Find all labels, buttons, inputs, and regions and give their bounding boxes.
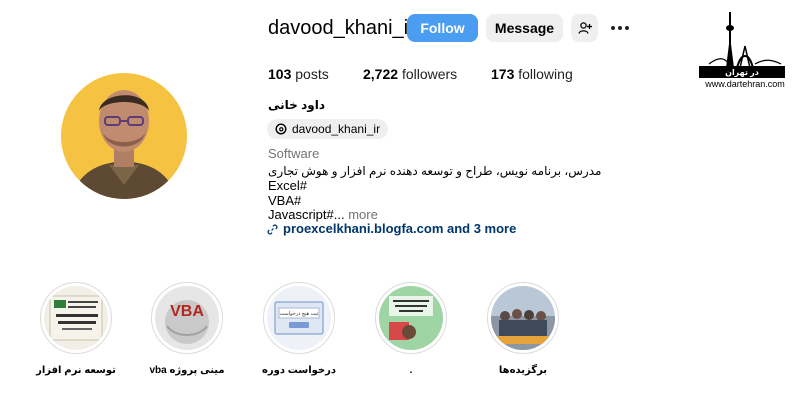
thumb-text: ثبت هیچ درخواست [280, 311, 319, 317]
profile-avatar[interactable] [61, 73, 187, 199]
highlight-label[interactable]: مینی پروژه vba [132, 364, 242, 377]
avatar-photo [61, 73, 187, 199]
following-number: 173 [491, 66, 515, 82]
watermark-site: www.dartehran.com [705, 79, 785, 89]
following-count[interactable]: 173 following [491, 65, 573, 83]
highlight-thumbnail: ثبت هیچ درخواست [267, 286, 331, 350]
highlight-cover [491, 286, 555, 350]
suggest-user-button[interactable] [571, 14, 598, 42]
message-button[interactable]: Message [486, 14, 563, 42]
highlight-cover [379, 286, 443, 350]
highlight-label[interactable]: برگزیده‌ها [468, 364, 578, 377]
highlight-cover [44, 286, 108, 350]
following-label: following [518, 66, 573, 82]
bio-line-last: Javascript#... more [268, 207, 378, 222]
followers-count[interactable]: 2,722 followers [363, 65, 457, 83]
highlight-item[interactable]: VBA [151, 282, 223, 354]
followers-number: 2,722 [363, 66, 399, 82]
profile-username: davood_khani_ir [268, 17, 415, 39]
highlight-thumbnail [44, 286, 108, 350]
profile-category: Software [268, 146, 320, 161]
highlight-label[interactable]: توسعه نرم افزار [21, 364, 131, 377]
bio-line-text: Javascript#... [268, 207, 345, 222]
highlight-item[interactable] [487, 282, 559, 354]
bio-more-link[interactable]: more [348, 207, 378, 222]
bio-line: Excel# [268, 178, 308, 193]
options-icon[interactable] [607, 14, 633, 42]
bio-line: مدرس، برنامه نویس، طراح و توسعه دهنده نر… [268, 164, 602, 178]
profile-link[interactable]: proexcelkhani.blogfa.com and 3 more [267, 221, 516, 237]
highlight-cover: VBA [155, 286, 219, 350]
followers-label: followers [401, 66, 458, 82]
link-icon [267, 223, 278, 235]
highlight-item[interactable] [375, 282, 447, 354]
highlight-item[interactable]: ثبت هیچ درخواست [263, 282, 335, 354]
threads-badge[interactable]: davood_khani_ir [267, 119, 389, 139]
highlight-thumbnail: VBA [155, 286, 219, 350]
posts-count: 103 posts [268, 65, 329, 83]
highlight-label[interactable]: . [356, 364, 466, 377]
posts-label: posts [295, 66, 329, 82]
add-person-icon [577, 22, 592, 34]
posts-number: 103 [268, 66, 292, 82]
highlight-thumbnail [379, 286, 443, 350]
highlight-cover: ثبت هیچ درخواست [267, 286, 331, 350]
threads-handle: davood_khani_ir [292, 122, 381, 136]
link-text: proexcelkhani.blogfa.com and 3 more [283, 221, 517, 236]
thumb-text: VBA [170, 303, 204, 320]
logo-text: در تهران [725, 68, 759, 77]
profile-full-name: داود خانی [268, 98, 326, 112]
highlight-label[interactable]: درخواست دوره [244, 364, 354, 377]
bio-line: VBA# [268, 193, 302, 208]
follow-button[interactable]: Follow [407, 14, 478, 42]
threads-icon [275, 123, 287, 135]
tower-logo-icon: در تهران [699, 12, 785, 78]
highlight-item[interactable] [40, 282, 112, 354]
highlight-thumbnail [491, 286, 555, 350]
